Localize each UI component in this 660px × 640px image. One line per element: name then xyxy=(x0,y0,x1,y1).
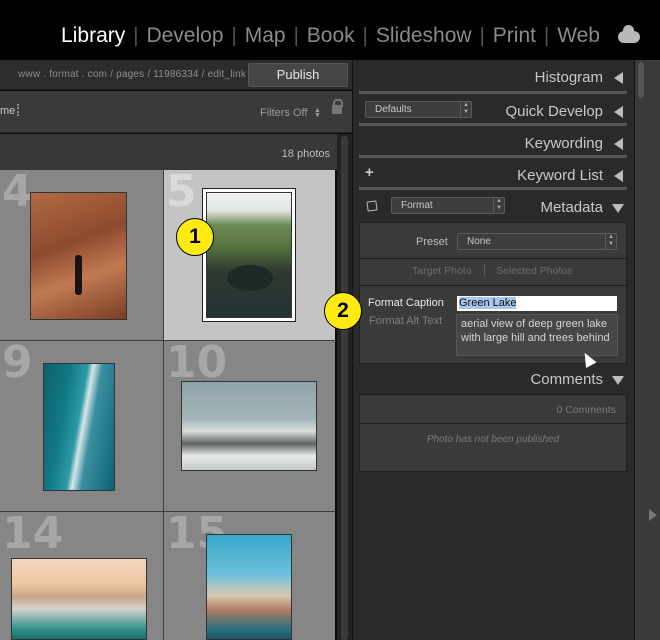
grid-cell[interactable]: 15 xyxy=(164,512,335,640)
panel-header-comments[interactable]: Comments xyxy=(359,364,627,394)
divider xyxy=(359,155,627,158)
panel-edge xyxy=(634,60,660,640)
quick-develop-preset-select[interactable]: Defaults ▲ ▼ xyxy=(365,101,472,118)
cell-number: 4 xyxy=(2,170,33,217)
selected-photos-button[interactable]: Selected Photos xyxy=(496,265,572,277)
grid-scroll-track[interactable] xyxy=(341,136,348,640)
module-library[interactable]: Library xyxy=(53,24,133,48)
publish-button[interactable]: Publish xyxy=(248,63,348,87)
cloud-icon[interactable] xyxy=(618,25,640,43)
publish-url: www . format . com / pages / 11986334 / … xyxy=(18,69,247,80)
format-caption-input[interactable]: Green Lake xyxy=(457,296,617,311)
photo-grid: 4 5 9 10 14 15 xyxy=(0,170,335,640)
divider xyxy=(359,123,627,126)
divider xyxy=(359,91,627,94)
collapse-triangle-icon[interactable] xyxy=(614,170,623,182)
filter-label-partial: me xyxy=(0,105,16,117)
module-develop[interactable]: Develop xyxy=(138,24,231,48)
lock-icon[interactable] xyxy=(332,99,343,114)
filter-bar: me Filters Off ▲ ▼ xyxy=(0,91,352,133)
comments-note: Photo has not been published xyxy=(426,434,560,445)
callout-badge-2: 2 xyxy=(324,292,362,330)
collapse-triangle-icon[interactable] xyxy=(614,72,623,84)
comments-count: 0 Comments xyxy=(556,404,616,416)
module-print[interactable]: Print xyxy=(485,24,544,48)
cell-number: 9 xyxy=(2,341,33,388)
panel-title: Keyword List xyxy=(517,167,603,184)
expand-right-icon[interactable] xyxy=(649,509,657,521)
photo-count-bar: 18 photos xyxy=(0,134,352,170)
photo-count: 18 photos xyxy=(281,148,330,160)
updown-arrow-icon: ▲ ▼ xyxy=(314,107,321,119)
preset-label: Preset xyxy=(416,236,448,248)
panel-scrollbar[interactable] xyxy=(638,62,644,98)
grid-cell[interactable]: 4 xyxy=(0,170,163,340)
target-photo-button[interactable]: Target Photo xyxy=(412,265,472,277)
panel-header-metadata[interactable]: Metadata xyxy=(359,192,627,222)
photo-thumbnail[interactable] xyxy=(43,363,115,491)
collapse-triangle-icon[interactable] xyxy=(614,138,623,150)
grid-cell[interactable]: 14 xyxy=(0,512,163,640)
format-alt-text-label: Format Alt Text xyxy=(369,315,443,327)
lightroom-window: Library | Develop | Map | Book | Slideshow | … xyxy=(0,0,660,640)
updown-arrow-icon: ▲ ▼ xyxy=(605,234,616,249)
filters-dropdown[interactable]: Filters Off xyxy=(260,107,307,119)
panel-header-keywording[interactable]: Keywording xyxy=(359,128,627,158)
panel-header-histogram[interactable]: Histogram xyxy=(359,62,627,92)
module-slideshow[interactable]: Slideshow xyxy=(368,24,480,48)
updown-arrow-icon: ▲ ▼ xyxy=(460,102,471,117)
comments-section: 0 Comments Photo has not been published xyxy=(359,394,627,472)
photo-thumbnail[interactable] xyxy=(181,381,317,471)
panel-title: Quick Develop xyxy=(505,103,603,120)
grid-cell[interactable]: 10 xyxy=(164,341,335,511)
panel-title: Comments xyxy=(530,371,603,388)
grid-cell[interactable]: 9 xyxy=(0,341,163,511)
cell-number: 14 xyxy=(2,512,64,559)
module-picker: Library | Develop | Map | Book | Slideshow | … xyxy=(0,0,660,60)
metadata-section: Preset None ▲ ▼ Target Photo Selected Pho… xyxy=(359,222,627,368)
panel-title: Keywording xyxy=(524,135,603,152)
grip-icon[interactable] xyxy=(17,104,19,116)
preset-select[interactable]: None ▲ ▼ xyxy=(457,233,617,250)
right-panel: Histogram Quick Develop Defaults ▲ ▼ Keyw… xyxy=(352,60,634,640)
module-map[interactable]: Map xyxy=(237,24,294,48)
cell-number: 5 xyxy=(166,170,197,217)
photo-thumbnail[interactable] xyxy=(206,534,292,640)
format-alt-text-field[interactable]: aerial view of deep green lake with larg… xyxy=(456,314,618,356)
callout-badge-1: 1 xyxy=(176,218,214,256)
collapse-triangle-icon[interactable] xyxy=(614,106,623,118)
format-caption-label: Format Caption xyxy=(368,297,444,309)
photo-thumbnail[interactable] xyxy=(30,192,127,320)
photo-thumbnail-green-lake[interactable] xyxy=(206,192,292,318)
expand-triangle-icon[interactable] xyxy=(612,204,624,213)
module-book[interactable]: Book xyxy=(299,24,363,48)
module-web[interactable]: Web xyxy=(549,24,608,48)
panel-header-keyword-list[interactable]: Keyword List xyxy=(359,160,627,190)
expand-triangle-icon[interactable] xyxy=(612,376,624,385)
panel-title: Histogram xyxy=(534,69,603,86)
photo-thumbnail[interactable] xyxy=(11,558,147,640)
panel-title: Metadata xyxy=(540,199,603,216)
module-list: Library | Develop | Map | Book | Slideshow | … xyxy=(53,24,608,48)
divider xyxy=(359,187,627,190)
select-value: Defaults xyxy=(375,104,412,115)
select-value: None xyxy=(467,236,491,247)
